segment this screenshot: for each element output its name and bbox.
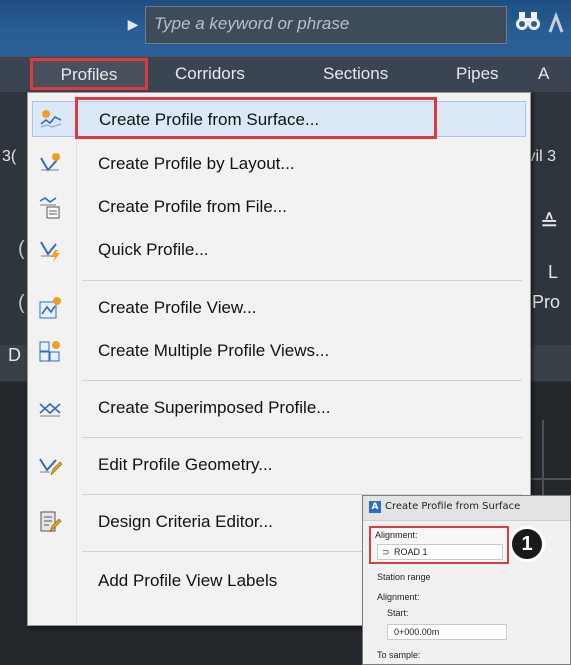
binoculars-search-icon[interactable] [515, 10, 541, 37]
account-icon[interactable] [546, 10, 566, 36]
dialog-title: Create Profile from Surface [385, 501, 521, 512]
menu-item-label: Create Profile by Layout... [98, 154, 295, 173]
station-range-label: Station range [377, 572, 431, 582]
profile-from-file-icon [38, 195, 62, 219]
alignment-callout-box: Alignment: ⊃ ROAD 1 [369, 526, 509, 564]
create-profile-from-surface-dialog-preview: A Create Profile from Surface Alignment:… [362, 495, 571, 665]
tab-pipes[interactable]: Pipes [456, 57, 499, 91]
alignment-icon: ⊃ [382, 547, 390, 557]
menu-item-quick-profile[interactable]: Quick Profile... [32, 232, 526, 268]
alignment-label: Alignment: [375, 530, 418, 540]
dialog-title-bar: A Create Profile from Surface [363, 496, 570, 521]
profile-view-icon [38, 296, 62, 320]
edit-profile-geometry-icon [38, 453, 63, 477]
profile-from-surface-icon [39, 108, 63, 132]
tab-corridors[interactable]: Corridors [175, 57, 245, 91]
menu-item-label: Quick Profile... [98, 240, 209, 259]
design-criteria-editor-icon [38, 510, 62, 534]
quick-profile-icon [38, 238, 62, 262]
menu-item-label: Create Superimposed Profile... [98, 398, 331, 417]
ribbon-tab-row: Profiles Corridors Sections Pipes A [0, 56, 571, 93]
profile-by-layout-icon [38, 152, 62, 176]
menu-item-label: Create Profile View... [98, 298, 257, 317]
start-station-value: 0+000.00m [394, 627, 440, 637]
callout-highlight-box [75, 97, 437, 139]
menu-item-create-superimposed-profile[interactable]: Create Superimposed Profile... [32, 390, 526, 426]
alignment-select[interactable]: ⊃ ROAD 1 [377, 544, 503, 560]
search-input[interactable]: Type a keyword or phrase [145, 6, 507, 44]
civil3d-app-icon: A [369, 501, 381, 513]
alignment-value: ROAD 1 [394, 547, 428, 557]
menu-item-label: Edit Profile Geometry... [98, 455, 273, 474]
superimposed-profile-icon [38, 396, 62, 420]
start-station-field[interactable]: 0+000.00m [387, 624, 507, 640]
menu-item-label: Create Multiple Profile Views... [98, 341, 330, 360]
background-text-fragment: D [8, 345, 21, 365]
menu-item-edit-profile-geometry[interactable]: Edit Profile Geometry... [32, 447, 526, 483]
menu-separator [82, 380, 522, 381]
background-text-fragment: L [548, 262, 559, 282]
background-text-fragment: 3( [2, 148, 17, 165]
tab-sections[interactable]: Sections [323, 57, 388, 91]
search-placeholder: Type a keyword or phrase [154, 14, 350, 33]
ribbon-partial-icon: ( [18, 238, 25, 260]
menu-item-label: Create Profile from File... [98, 197, 287, 216]
step-number-badge: 1 [509, 526, 545, 562]
menu-item-label: Design Criteria Editor... [98, 512, 273, 531]
menu-item-create-profile-by-layout[interactable]: Create Profile by Layout... [32, 146, 526, 182]
tab-partial[interactable]: A [538, 57, 549, 91]
search-expand-arrow-icon[interactable]: ▶ [124, 12, 142, 38]
menu-item-create-profile-from-file[interactable]: Create Profile from File... [32, 189, 526, 225]
alignment-sub-label: Alignment: [377, 592, 420, 602]
ribbon-partial-icon: ( [18, 292, 25, 314]
ribbon-stack-icon: ≙ [540, 210, 559, 235]
top-toolbar: ▶ Type a keyword or phrase [0, 0, 571, 56]
menu-separator [82, 280, 522, 281]
start-label: Start: [387, 608, 409, 618]
tab-profiles[interactable]: Profiles [30, 58, 148, 90]
to-sample-label: To sample: [377, 650, 421, 660]
menu-separator [82, 437, 522, 438]
multiple-profile-views-icon [38, 339, 62, 363]
background-text-fragment: Pro [532, 292, 561, 312]
menu-item-create-multiple-profile-views[interactable]: Create Multiple Profile Views... [32, 333, 526, 369]
menu-item-label: Add Profile View Labels [98, 571, 278, 590]
menu-item-create-profile-view[interactable]: Create Profile View... [32, 290, 526, 326]
